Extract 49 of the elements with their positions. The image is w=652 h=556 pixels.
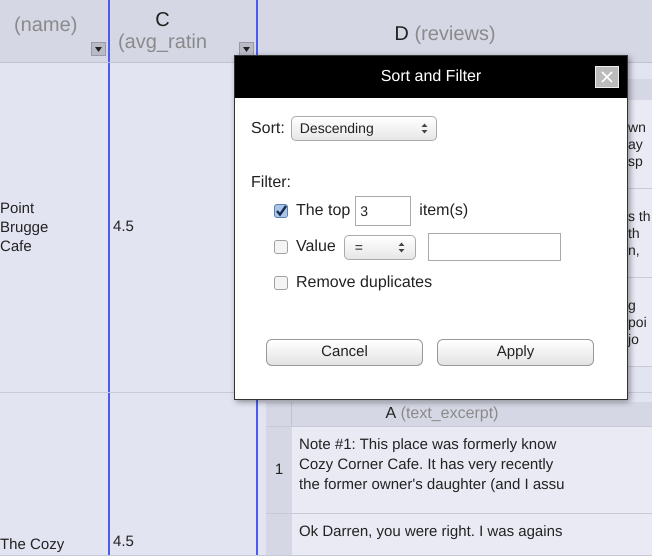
cell-text: the former owner's daughter (and I assu <box>299 475 566 495</box>
cell-text: jo <box>628 330 640 348</box>
dialog-title: Sort and Filter <box>380 67 482 87</box>
nested-header <box>628 79 652 100</box>
operator-select[interactable]: = <box>344 234 416 260</box>
cell-text: wn <box>628 118 647 136</box>
value-field[interactable] <box>428 233 561 261</box>
close-icon <box>601 71 613 83</box>
dialog-button[interactable]: Cancel <box>266 339 423 366</box>
cell-text: Ok Darren, you were right. I was agains <box>299 522 564 542</box>
cell-text: s th <box>628 208 652 224</box>
option-label: The top <box>296 201 350 221</box>
checkbox[interactable] <box>274 276 288 290</box>
column-heading: D (reviews) <box>394 22 496 47</box>
close-button[interactable] <box>595 66 619 88</box>
option-label: Remove duplicates <box>296 273 432 293</box>
dialog-button[interactable]: Apply <box>437 339 594 366</box>
filter-label: Filter: <box>251 173 292 193</box>
cell-text: Cozy Corner Cafe. It has very recently <box>299 455 554 475</box>
row-number: 1 <box>266 427 292 513</box>
checkbox[interactable] <box>274 240 288 254</box>
caret-icon <box>243 46 250 52</box>
checkbox[interactable] <box>274 204 288 218</box>
cell-text: 4.5 <box>113 532 134 552</box>
column-filter-button[interactable] <box>91 42 106 56</box>
caret-icon <box>95 46 102 52</box>
up-down-arrows-icon <box>398 242 405 252</box>
cell-text: The Cozy <box>0 535 64 554</box>
check-icon <box>275 205 287 217</box>
column-heading: A (text_excerpt) <box>384 404 500 424</box>
option-label: Value <box>296 237 336 257</box>
column-letter: C <box>155 9 170 31</box>
cell-text: Point Brugge Cafe <box>0 199 50 256</box>
sort-select[interactable]: Descending <box>290 116 437 141</box>
cell-text: sp <box>628 152 644 170</box>
up-down-arrows-icon <box>420 123 428 134</box>
count-field[interactable]: 3 <box>355 196 412 226</box>
cell-text: poi <box>628 314 648 330</box>
cell-text: th <box>628 224 641 242</box>
sort-label: Sort: <box>251 118 285 138</box>
column-heading: (name) <box>14 13 78 38</box>
column-filter-button[interactable] <box>239 42 254 56</box>
cell-text: 4.5 <box>113 217 134 238</box>
cell-text: ay <box>628 136 644 152</box>
option-suffix: item(s) <box>419 201 468 221</box>
cell-text: Note #1: This place was formerly know <box>299 435 558 455</box>
cell-text: g <box>628 296 637 314</box>
column-label: (avg_ratin <box>118 31 207 53</box>
cell-text: n, <box>628 242 641 258</box>
